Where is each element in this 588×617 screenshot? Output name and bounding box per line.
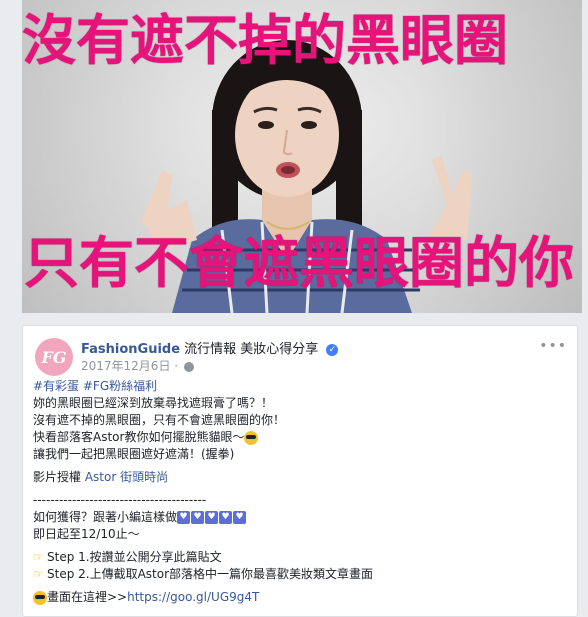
post-meta: 2017年12月6日 · bbox=[81, 357, 194, 374]
page-name-link[interactable]: FashionGuide bbox=[81, 342, 180, 357]
pointing-hand-icon: ☞ bbox=[33, 550, 44, 564]
how-to-text: 如何獲得？跟著小編這樣做 bbox=[33, 510, 178, 524]
step-2-line: ☞ Step 2.上傳截取Astor部落格中一篇你最喜歡美妝類文章畫面 bbox=[33, 566, 567, 583]
globe-icon bbox=[183, 361, 194, 372]
post-line-3-wrap: 快看部落客Astor教你如何擺脫熊貓眼～ bbox=[33, 429, 567, 446]
verified-badge-icon: ✓ bbox=[326, 343, 339, 356]
screen-link-line: 畫面在這裡>>https://goo.gl/UG9g4T bbox=[33, 589, 567, 606]
heart-emoji-icon: ♥ bbox=[233, 511, 247, 524]
credit-line: 影片授權 Astor 街頭時尚 bbox=[33, 469, 567, 486]
heart-emoji-icon: ♥ bbox=[191, 511, 205, 524]
hero-caption-bottom: 只有不會遮黑眼圈的你 bbox=[24, 230, 575, 295]
pointing-hand-icon: ☞ bbox=[33, 567, 44, 581]
sunglasses-emoji-icon bbox=[244, 430, 259, 445]
heart-emoji-icon: ♥ bbox=[205, 511, 219, 524]
facebook-post-card: FG FashionGuide 流行情報 美妝心得分享 ✓ 2017年12月6日… bbox=[22, 325, 578, 617]
screen-prefix: 畫面在這裡>> bbox=[47, 590, 128, 604]
post-line-3: 快看部落客Astor教你如何擺脫熊貓眼～ bbox=[33, 430, 245, 444]
post-header: FashionGuide 流行情報 美妝心得分享 ✓ bbox=[81, 338, 339, 357]
how-to-line: 如何獲得？跟著小編這樣做 ♥ ♥ ♥ ♥ ♥ bbox=[33, 509, 567, 526]
page-subtitle: 流行情報 美妝心得分享 bbox=[184, 342, 319, 357]
post-hashtags[interactable]: #有彩蛋 #FG粉絲福利 bbox=[33, 378, 567, 395]
post-line-2: 沒有遮不掉的黑眼圈，只有不會遮黑眼圈的你！ bbox=[33, 413, 286, 427]
heart-emoji-icon: ♥ bbox=[219, 511, 233, 524]
step-2-text: Step 2.上傳截取Astor部落格中一篇你最喜歡美妝類文章畫面 bbox=[47, 567, 374, 581]
sunglasses-emoji-icon bbox=[33, 590, 47, 605]
post-body: #有彩蛋 #FG粉絲福利 妳的黑眼圈已經深到放棄尋找遮瑕膏了嗎？！ 沒有遮不掉的… bbox=[33, 378, 567, 606]
post-line-1: 妳的黑眼圈已經深到放棄尋找遮瑕膏了嗎？！ bbox=[33, 396, 274, 410]
post-line-4: 讓我們一起把黑眼圈遮好遮滿！(握拳) bbox=[33, 447, 235, 461]
separator-dot: · bbox=[174, 359, 179, 373]
divider-line: ---------------------------------------- bbox=[33, 493, 207, 507]
page-avatar[interactable]: FG bbox=[35, 338, 73, 376]
avatar-logo-text: FG bbox=[41, 347, 67, 367]
hero-caption-top: 沒有遮不掉的黑眼圈 bbox=[22, 8, 508, 72]
heart-emoji-icon: ♥ bbox=[177, 511, 191, 524]
credit-link[interactable]: Astor 街頭時尚 bbox=[85, 470, 168, 484]
video-thumbnail[interactable]: 沒有遮不掉的黑眼圈 只有不會遮黑眼圈的你 bbox=[22, 0, 582, 313]
step-1-line: ☞ Step 1.按讚並公開分享此篇貼文 bbox=[33, 549, 567, 566]
step-1-text: Step 1.按讚並公開分享此篇貼文 bbox=[47, 550, 222, 564]
more-options-icon[interactable]: ••• bbox=[539, 338, 567, 354]
post-date[interactable]: 2017年12月6日 bbox=[81, 359, 170, 373]
credit-prefix: 影片授權 bbox=[33, 470, 82, 484]
screen-url-link[interactable]: https://goo.gl/UG9g4T bbox=[127, 590, 259, 604]
deadline-line: 即日起至12/10止～ bbox=[33, 527, 140, 541]
